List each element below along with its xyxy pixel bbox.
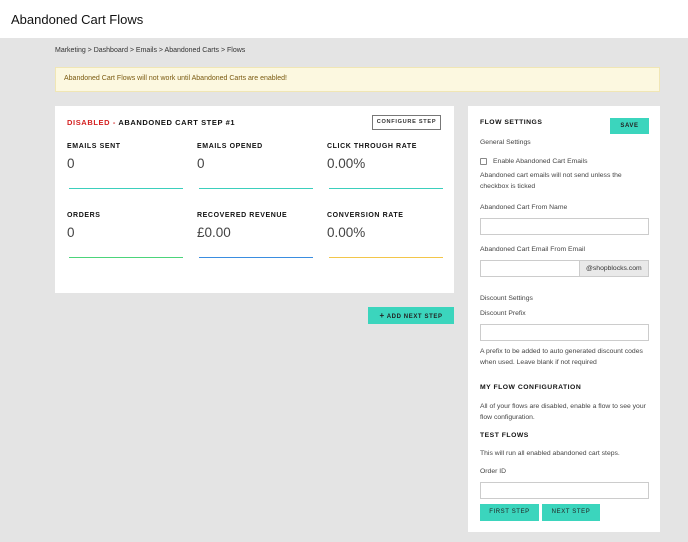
from-name-field[interactable] — [480, 218, 649, 235]
stat-emails-sent: EMAILS SENT 0 — [67, 143, 183, 189]
top-bar: Abandoned Cart Flows — [0, 0, 688, 38]
step-title: DISABLED - ABANDONED CART STEP #1 — [67, 118, 235, 127]
from-email-label: Abandoned Cart Email From Email — [480, 246, 586, 253]
stat-label: CONVERSION RATE — [327, 212, 404, 219]
discount-prefix-field[interactable] — [480, 324, 649, 341]
step-card: DISABLED - ABANDONED CART STEP #1 CONFIG… — [55, 106, 454, 293]
stat-label: EMAILS OPENED — [197, 143, 263, 150]
enable-emails-checkbox[interactable] — [480, 158, 487, 165]
stat-value: 0 — [197, 156, 205, 171]
first-step-button[interactable]: FIRST STEP — [480, 504, 539, 521]
configure-step-button[interactable]: CONFIGURE STEP — [372, 115, 441, 130]
stat-emails-opened: EMAILS OPENED 0 — [197, 143, 313, 189]
stat-click-through-rate: CLICK THROUGH RATE 0.00% — [327, 143, 443, 189]
breadcrumb: Marketing > Dashboard > Emails > Abandon… — [55, 47, 246, 54]
discount-prefix-help: A prefix to be added to auto generated d… — [480, 348, 643, 366]
general-settings-label: General Settings — [480, 139, 531, 146]
discount-settings-label: Discount Settings — [480, 295, 533, 302]
stat-value: 0 — [67, 156, 75, 171]
test-flows-title: TEST FLOWS — [480, 432, 529, 439]
stat-value: £0.00 — [197, 225, 231, 240]
stat-conversion-rate: CONVERSION RATE 0.00% — [327, 212, 443, 258]
flow-settings-panel: FLOW SETTINGS SAVE General Settings Enab… — [468, 106, 660, 532]
add-next-step-label: ADD NEXT STEP — [386, 314, 443, 320]
flow-configuration-text: All of your flows are disabled, enable a… — [480, 403, 646, 421]
stat-bar — [329, 257, 443, 258]
stat-label: ORDERS — [67, 212, 101, 219]
warning-alert: Abandoned Cart Flows will not work until… — [55, 67, 660, 92]
status-disabled-label: DISABLED — [67, 118, 111, 127]
stat-bar — [199, 188, 313, 189]
save-button[interactable]: SAVE — [610, 118, 649, 134]
stat-bar — [69, 188, 183, 189]
email-domain-addon: @shopblocks.com — [579, 260, 649, 277]
order-id-label: Order ID — [480, 468, 507, 475]
stat-bar — [329, 188, 443, 189]
stat-bar — [199, 257, 313, 258]
stat-value: 0 — [67, 225, 75, 240]
enable-emails-help: Abandoned cart emails will not send unle… — [480, 172, 622, 190]
stat-value: 0.00% — [327, 225, 366, 240]
flow-settings-title: FLOW SETTINGS — [480, 119, 543, 126]
stat-label: EMAILS SENT — [67, 143, 121, 150]
from-name-label: Abandoned Cart From Name — [480, 204, 568, 211]
stat-recovered-revenue: RECOVERED REVENUE £0.00 — [197, 212, 313, 258]
plus-icon: + — [379, 311, 385, 320]
step-title-text: ABANDONED CART STEP #1 — [118, 118, 236, 127]
page-title: Abandoned Cart Flows — [11, 12, 144, 27]
from-email-field[interactable] — [480, 260, 580, 277]
test-flows-text: This will run all enabled abandoned cart… — [480, 450, 620, 457]
order-id-field[interactable] — [480, 482, 649, 499]
stat-bar — [69, 257, 183, 258]
add-next-step-button[interactable]: + ADD NEXT STEP — [368, 307, 454, 324]
stat-orders: ORDERS 0 — [67, 212, 183, 258]
stat-label: CLICK THROUGH RATE — [327, 143, 417, 150]
stat-label: RECOVERED REVENUE — [197, 212, 288, 219]
stat-value: 0.00% — [327, 156, 366, 171]
flow-configuration-title: MY FLOW CONFIGURATION — [480, 384, 582, 391]
next-step-button[interactable]: NEXT STEP — [542, 504, 600, 521]
discount-prefix-label: Discount Prefix — [480, 310, 526, 317]
enable-emails-label: Enable Abandoned Cart Emails — [493, 158, 588, 165]
